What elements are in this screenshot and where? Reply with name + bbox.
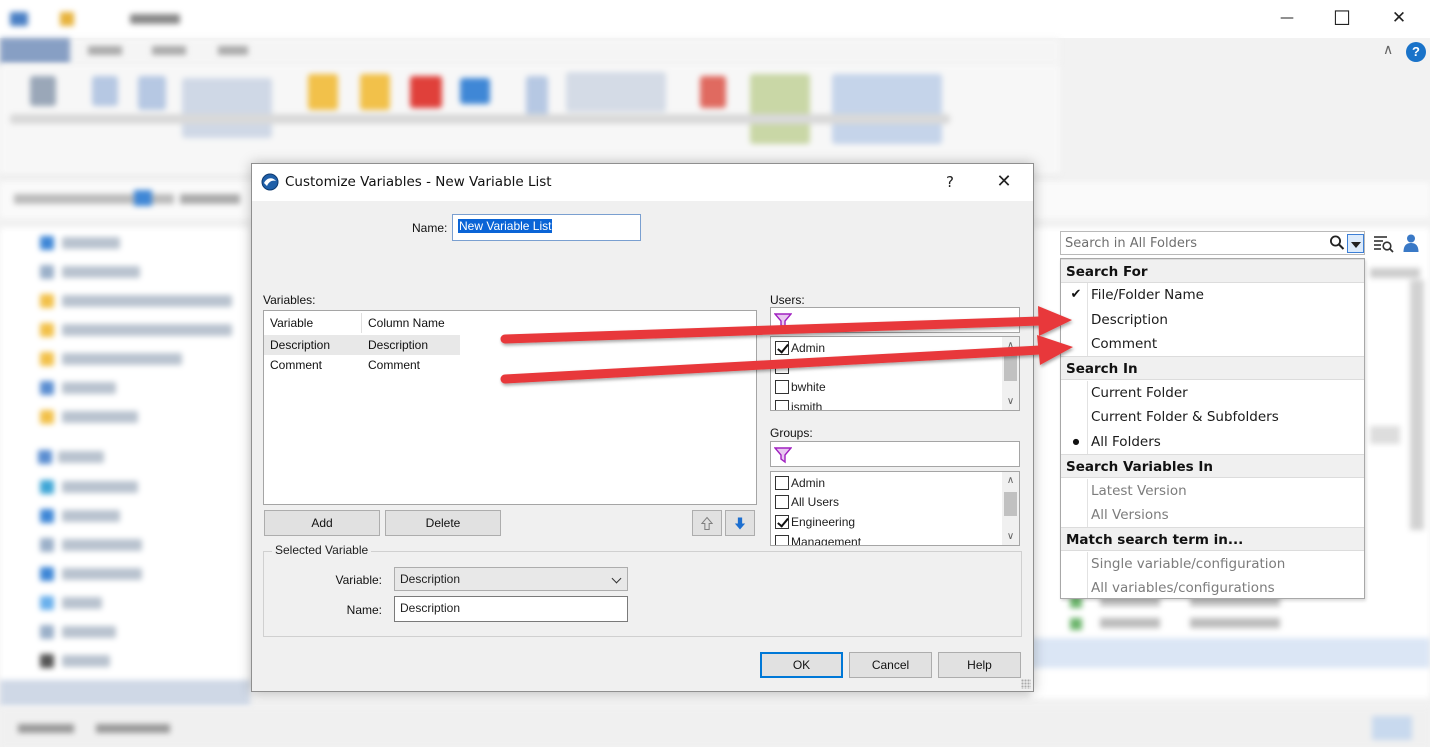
users-label: Users: xyxy=(770,293,805,307)
resize-grip[interactable] xyxy=(1021,679,1031,689)
menu-header-match-search-term: Match search term in... xyxy=(1061,527,1364,551)
list-name-value: New Variable List xyxy=(458,219,553,233)
window-close-button[interactable]: ✕ xyxy=(1384,6,1414,30)
table-cell[interactable]: Description xyxy=(362,335,462,355)
list-item-group[interactable]: Engineering xyxy=(773,512,855,532)
menu-header-search-in: Search In xyxy=(1061,356,1364,380)
scroll-thumb[interactable] xyxy=(1004,355,1017,381)
cancel-button[interactable]: Cancel xyxy=(849,652,932,678)
groups-scrollbar[interactable]: ∧ ∨ xyxy=(1002,472,1019,545)
scroll-up-icon[interactable]: ∧ xyxy=(1002,472,1019,489)
filter-icon xyxy=(774,313,792,330)
column-header-column-name[interactable]: Column Name xyxy=(362,313,462,333)
ribbon-tabs-blurred xyxy=(0,38,1060,64)
menu-item-current-folder-subfolders[interactable]: Current Folder & Subfolders xyxy=(1061,405,1364,429)
variables-table[interactable]: Variable Column Name Description Descrip… xyxy=(263,310,757,505)
variable-label: Variable: xyxy=(335,573,382,587)
search-icon[interactable] xyxy=(1329,234,1345,252)
list-item-user[interactable]: Admin xyxy=(773,338,825,358)
menu-header-search-for: Search For xyxy=(1061,259,1364,283)
search-input[interactable] xyxy=(1065,234,1327,252)
list-item-user[interactable] xyxy=(773,357,791,377)
delete-button[interactable]: Delete xyxy=(385,510,501,536)
scroll-down-icon[interactable]: ∨ xyxy=(1002,528,1019,545)
selected-variable-group: Selected Variable Variable: Description … xyxy=(263,543,1022,637)
groups-label: Groups: xyxy=(770,426,813,440)
arrow-up-icon xyxy=(700,516,714,531)
add-button[interactable]: Add xyxy=(264,510,380,536)
ribbon-collapse-icon[interactable]: ∧ xyxy=(1383,42,1399,60)
users-scrollbar[interactable]: ∧ ∨ xyxy=(1002,337,1019,410)
menu-item-all-variables: All variables/configurations xyxy=(1091,580,1275,596)
users-list[interactable]: Admin bwhite jsmith ∧ ∨ xyxy=(770,336,1020,411)
search-options-menu: Search For ✔ File/Folder Name Descriptio… xyxy=(1060,258,1365,599)
list-item-group[interactable]: Admin xyxy=(773,473,825,493)
list-item-group[interactable]: All Users xyxy=(773,492,839,512)
menu-item-single-variable: Single variable/configuration xyxy=(1091,556,1286,572)
explorer-help-icon[interactable]: ? xyxy=(1406,42,1426,62)
help-button[interactable]: Help xyxy=(938,652,1021,678)
name-label: Name: xyxy=(412,221,448,235)
move-up-button[interactable] xyxy=(692,510,722,536)
advanced-search-icon[interactable] xyxy=(1373,234,1395,254)
list-item-group[interactable]: Management xyxy=(773,532,861,545)
list-item-user[interactable]: jsmith xyxy=(773,397,822,410)
user-icon[interactable] xyxy=(1402,233,1420,253)
selected-variable-legend: Selected Variable xyxy=(272,543,372,557)
table-cell[interactable]: Description xyxy=(264,335,362,355)
app-icon xyxy=(261,173,279,191)
menu-item-all-versions: All Versions xyxy=(1091,507,1169,523)
customize-variables-dialog: Customize Variables - New Variable List … xyxy=(251,163,1034,692)
checkbox[interactable] xyxy=(775,476,789,490)
checkbox[interactable] xyxy=(775,341,789,355)
list-item-user[interactable]: bwhite xyxy=(773,377,826,397)
dialog-help-button[interactable]: ? xyxy=(938,170,962,194)
checkbox[interactable] xyxy=(775,535,789,545)
dialog-title: Customize Variables - New Variable List xyxy=(285,174,552,190)
bullet-icon: ● xyxy=(1072,437,1080,446)
groups-list[interactable]: Admin All Users Engineering Management ∧… xyxy=(770,471,1020,546)
menu-item-comment[interactable]: Comment xyxy=(1061,332,1364,356)
variable-combobox[interactable]: Description xyxy=(394,567,628,591)
menu-item-latest-version: Latest Version xyxy=(1091,483,1187,499)
menu-item-all-folders[interactable]: ● All Folders xyxy=(1061,430,1364,454)
scroll-thumb[interactable] xyxy=(1004,492,1017,516)
search-options-dropdown-button[interactable] xyxy=(1347,234,1364,253)
menu-item-current-folder[interactable]: Current Folder xyxy=(1061,381,1364,405)
check-icon: ✔ xyxy=(1070,287,1082,302)
ribbon-blurred xyxy=(0,64,1060,176)
groups-filter-box[interactable] xyxy=(770,441,1020,467)
checkbox[interactable] xyxy=(775,515,789,529)
checkbox[interactable] xyxy=(775,495,789,509)
table-cell[interactable]: Comment xyxy=(264,355,362,375)
move-down-button[interactable] xyxy=(725,510,755,536)
explorer-titlebar xyxy=(0,0,1430,38)
variables-label: Variables: xyxy=(263,293,316,307)
column-header-variable[interactable]: Variable xyxy=(264,313,362,333)
menu-item-description[interactable]: Description xyxy=(1061,308,1364,332)
search-box[interactable] xyxy=(1060,231,1365,255)
filter-icon xyxy=(774,447,792,464)
selected-name-field[interactable]: Description xyxy=(394,596,628,622)
ok-button[interactable]: OK xyxy=(760,652,843,678)
scroll-down-icon[interactable]: ∨ xyxy=(1002,393,1019,410)
menu-item-file-folder-name[interactable]: ✔ File/Folder Name xyxy=(1061,283,1364,307)
dialog-titlebar: Customize Variables - New Variable List … xyxy=(252,164,1033,201)
status-bar-blurred xyxy=(0,708,1430,747)
checkbox[interactable] xyxy=(775,360,789,374)
menu-header-search-variables-in: Search Variables In xyxy=(1061,454,1364,478)
navigation-pane-blurred xyxy=(0,228,250,708)
checkbox[interactable] xyxy=(775,400,789,410)
selected-name-label: Name: xyxy=(346,603,382,617)
users-filter-box[interactable] xyxy=(770,307,1020,333)
dialog-close-button[interactable]: ✕ xyxy=(990,170,1018,194)
window-minimize-button[interactable]: — xyxy=(1272,6,1302,30)
explorer-title-blurred xyxy=(10,10,180,26)
scroll-up-icon[interactable]: ∧ xyxy=(1002,337,1019,354)
table-cell[interactable]: Comment xyxy=(362,355,462,375)
list-name-field[interactable]: New Variable List xyxy=(452,214,641,241)
window-maximize-button[interactable]: ☐ xyxy=(1327,6,1357,30)
arrow-down-icon xyxy=(734,517,746,530)
checkbox[interactable] xyxy=(775,380,789,394)
